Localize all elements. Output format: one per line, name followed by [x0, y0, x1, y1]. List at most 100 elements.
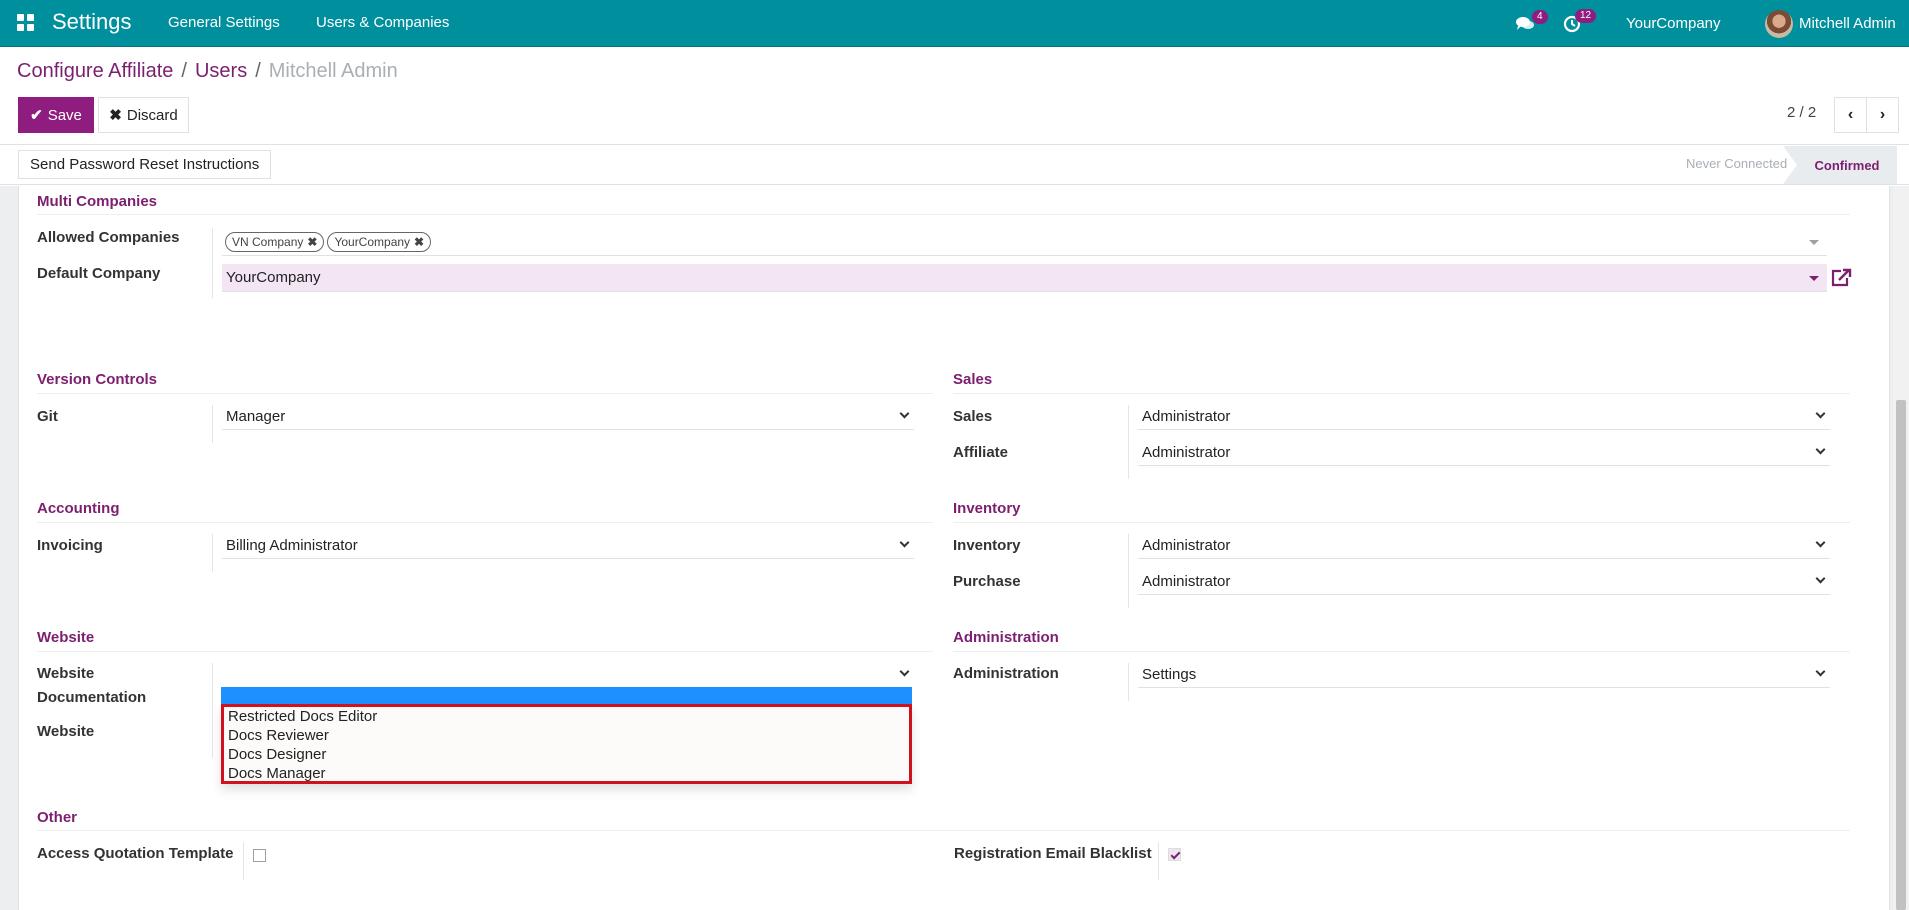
- dropdown-option-empty-highlighted[interactable]: [221, 687, 912, 704]
- messages-button[interactable]: 4: [1515, 0, 1548, 47]
- divider: [1158, 842, 1159, 880]
- select-value: Administrator: [1142, 573, 1231, 590]
- divider: [37, 522, 933, 523]
- user-name: Mitchell Admin: [1799, 15, 1896, 32]
- dropdown-option-docs-designer[interactable]: Docs Designer: [224, 745, 909, 764]
- divider: [953, 651, 1850, 652]
- menu-general-settings[interactable]: General Settings: [168, 14, 280, 31]
- remove-tag-icon[interactable]: ✖: [414, 235, 424, 249]
- apps-menu-icon[interactable]: [17, 14, 34, 31]
- chevron-down-icon: [899, 408, 910, 419]
- select-inventory[interactable]: Administrator: [1138, 533, 1830, 559]
- label-git: Git: [37, 408, 58, 425]
- divider: [1128, 663, 1129, 701]
- group-title-sales: Sales: [953, 371, 993, 388]
- divider: [212, 663, 213, 758]
- select-sales[interactable]: Administrator: [1138, 404, 1830, 430]
- default-company-input[interactable]: YourCompany: [222, 264, 1827, 292]
- caret-down-icon[interactable]: [1809, 240, 1819, 245]
- external-link-icon[interactable]: [1830, 268, 1852, 288]
- group-title-multi-companies: Multi Companies: [37, 193, 158, 210]
- breadcrumb-current: Mitchell Admin: [268, 60, 398, 82]
- chevron-down-icon: [899, 666, 910, 677]
- dropdown-option-docs-manager[interactable]: Docs Manager: [224, 764, 909, 783]
- remove-tag-icon[interactable]: ✖: [307, 235, 317, 249]
- select-website-documentation[interactable]: [222, 662, 914, 688]
- default-company-value: YourCompany: [226, 269, 321, 286]
- label-allowed-companies: Allowed Companies: [37, 229, 180, 246]
- select-purchase[interactable]: Administrator: [1138, 569, 1830, 595]
- stage-never-connected[interactable]: Never Connected: [1686, 156, 1787, 171]
- breadcrumb-users[interactable]: Users: [195, 60, 247, 82]
- group-title-version-controls: Version Controls: [37, 371, 158, 388]
- tag-yourcompany: YourCompany ✖: [327, 232, 432, 252]
- check-icon: ✔: [30, 107, 43, 124]
- select-invoicing[interactable]: Billing Administrator: [222, 533, 914, 559]
- chevron-down-icon: [1815, 444, 1826, 455]
- activities-button[interactable]: 12: [1563, 0, 1597, 47]
- label-administration: Administration: [953, 665, 1059, 682]
- group-title-administration: Administration: [953, 629, 1059, 646]
- divider: [37, 393, 933, 394]
- label-affiliate: Affiliate: [953, 444, 1009, 461]
- send-password-reset-button[interactable]: Send Password Reset Instructions: [18, 150, 272, 179]
- chevron-down-icon: [1815, 537, 1826, 548]
- dropdown-option-docs-reviewer[interactable]: Docs Reviewer: [224, 726, 909, 745]
- label-purchase: Purchase: [953, 573, 1021, 590]
- close-icon: ✖: [109, 107, 122, 124]
- chevron-down-icon: [1815, 573, 1826, 584]
- select-value: Settings: [1142, 666, 1197, 683]
- breadcrumb-configure-affiliate[interactable]: Configure Affiliate: [17, 60, 173, 82]
- discard-button[interactable]: ✖ Discard: [98, 97, 189, 133]
- chevron-down-icon: [1815, 408, 1826, 419]
- avatar: [1765, 9, 1793, 38]
- dropdown-option-restricted-docs-editor[interactable]: Restricted Docs Editor: [224, 707, 909, 726]
- chevron-left-icon: ‹: [1847, 106, 1854, 123]
- breadcrumb: Configure Affiliate / Users / Mitchell Admin: [17, 60, 398, 83]
- select-value: Manager: [226, 408, 286, 425]
- allowed-companies-input[interactable]: VN Company ✖ YourCompany ✖: [222, 229, 1827, 256]
- company-switcher[interactable]: YourCompany: [1626, 0, 1721, 47]
- group-title-inventory: Inventory: [953, 500, 1021, 517]
- scrollbar-thumb[interactable]: [1896, 400, 1906, 910]
- pager-previous-button[interactable]: ‹: [1834, 97, 1867, 133]
- select-affiliate[interactable]: Administrator: [1138, 440, 1830, 466]
- discard-label: Discard: [126, 106, 178, 124]
- divider: [212, 228, 213, 298]
- divider: [212, 534, 213, 572]
- statusbar: [0, 145, 1909, 185]
- label-invoicing: Invoicing: [37, 537, 103, 554]
- checkbox-registration-email-blacklist[interactable]: [1168, 848, 1181, 861]
- select-value: Administrator: [1142, 408, 1231, 425]
- divider: [37, 214, 1850, 215]
- label-default-company: Default Company: [37, 265, 161, 282]
- breadcrumb-separator: /: [181, 60, 187, 82]
- pager-next-button[interactable]: ›: [1866, 97, 1899, 133]
- divider: [243, 842, 244, 880]
- divider: [1128, 534, 1129, 608]
- stage-confirmed[interactable]: Confirmed: [1783, 146, 1897, 184]
- pager-value[interactable]: 2 / 2: [1787, 104, 1816, 121]
- label-sales: Sales: [953, 408, 993, 425]
- user-menu[interactable]: Mitchell Admin: [1765, 0, 1896, 47]
- divider: [953, 522, 1850, 523]
- divider: [1128, 405, 1129, 479]
- label-website-documentation: Website Documentation: [37, 665, 147, 706]
- group-title-website: Website: [37, 629, 95, 646]
- save-button[interactable]: ✔ Save: [18, 97, 94, 133]
- select-administration[interactable]: Settings: [1138, 662, 1830, 688]
- messages-badge: 4: [1532, 10, 1548, 24]
- select-value: Administrator: [1142, 444, 1231, 461]
- select-value: Billing Administrator: [226, 537, 358, 554]
- caret-down-icon[interactable]: [1809, 276, 1819, 281]
- group-title-other: Other: [37, 809, 78, 826]
- menu-users-companies[interactable]: Users & Companies: [316, 14, 449, 31]
- chevron-right-icon: ›: [1879, 106, 1886, 123]
- divider: [37, 651, 933, 652]
- app-title[interactable]: Settings: [52, 9, 132, 35]
- label-access-quotation-template: Access Quotation Template: [37, 845, 234, 862]
- checkbox-access-quotation-template[interactable]: [253, 849, 266, 862]
- label-registration-email-blacklist: Registration Email Blacklist: [954, 845, 1152, 862]
- select-git[interactable]: Manager: [222, 404, 914, 430]
- group-title-accounting: Accounting: [37, 500, 120, 517]
